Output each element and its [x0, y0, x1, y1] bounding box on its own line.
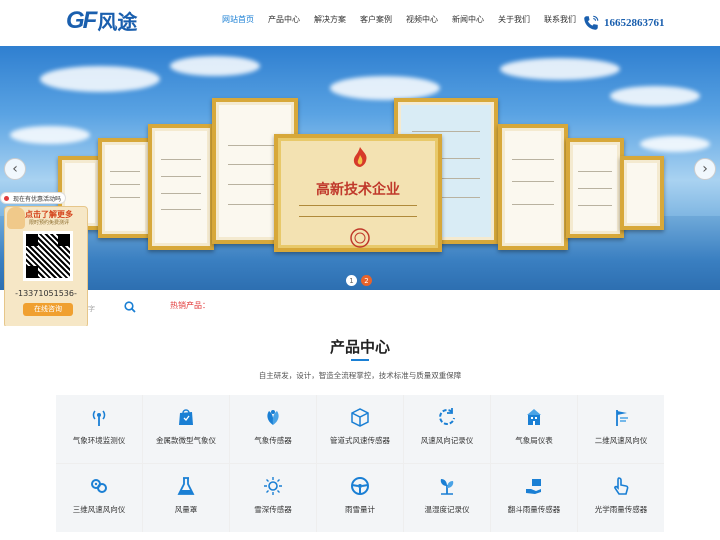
- product-item[interactable]: 雨雪量计: [317, 464, 403, 532]
- product-item[interactable]: 气象局仪表: [491, 395, 577, 463]
- logo-text: 风途: [97, 10, 138, 34]
- phone-icon: [584, 15, 599, 30]
- product-item[interactable]: 风速风向记录仪: [404, 395, 490, 463]
- search-input[interactable]: 字: [88, 304, 95, 314]
- sun-icon: [264, 477, 282, 495]
- cloud: [40, 66, 160, 92]
- nav-about[interactable]: 关于我们: [498, 14, 530, 25]
- promo-notice[interactable]: 现在有优惠活动吗: [0, 192, 66, 204]
- title-underline: [351, 359, 369, 361]
- product-item[interactable]: 风量罩: [143, 464, 229, 532]
- cloud: [610, 86, 700, 106]
- product-center-section: 产品中心 自主研发，设计，智造全流程掌控，技术标准与质量双重保障 气象环境监测仪…: [0, 326, 720, 540]
- contact-phone: -13371051536-: [15, 289, 77, 298]
- section-title: 产品中心: [329, 338, 390, 356]
- contact-card: 点击了解更多 限时预约免费测评 -13371051536- 在线咨询: [4, 206, 88, 328]
- product-label: 气象局仪表: [515, 436, 553, 445]
- product-item[interactable]: 气象环境监测仪: [56, 395, 142, 463]
- product-item[interactable]: 气象传感器: [230, 395, 316, 463]
- logo-mark: GF: [66, 6, 97, 34]
- nav-cases[interactable]: 客户案例: [360, 14, 392, 25]
- search-icon[interactable]: [124, 301, 136, 313]
- product-item[interactable]: 翻斗雨量传感器: [491, 464, 577, 532]
- cloud: [330, 76, 440, 100]
- product-label: 三维风速风向仪: [72, 505, 126, 514]
- product-item[interactable]: 三维风速风向仪: [56, 464, 142, 532]
- qr-code: [23, 231, 73, 281]
- pointer-hand-icon: [614, 477, 629, 495]
- product-item[interactable]: 温湿度记录仪: [404, 464, 490, 532]
- chain-icon: [91, 479, 107, 493]
- section-subtitle: 自主研发，设计，智造全流程掌控，技术标准与质量双重保障: [258, 371, 462, 380]
- nav-solutions[interactable]: 解决方案: [314, 14, 346, 25]
- leaf-icon: [267, 410, 279, 425]
- antenna-icon: [92, 410, 106, 426]
- learn-more-subheading: 限时预约免费测评: [29, 220, 70, 226]
- certificate-title: 高新技术企业: [316, 182, 400, 198]
- product-item[interactable]: 二维风速风向仪: [578, 395, 664, 463]
- logo[interactable]: GF 风途: [66, 6, 137, 35]
- shopping-bag-icon: [179, 409, 193, 425]
- banner-next-button[interactable]: ›: [694, 158, 716, 180]
- product-item[interactable]: 雪深传感器: [230, 464, 316, 532]
- site-header: GF 风途 网站首页 产品中心 解决方案 客户案例 视频中心 新闻中心 关于我们…: [0, 0, 720, 46]
- product-label: 光学雨量传感器: [594, 505, 648, 514]
- cloud: [640, 136, 710, 152]
- building-icon: [527, 409, 541, 425]
- slide-dot-1[interactable]: 1: [346, 275, 357, 286]
- product-item[interactable]: 金属款微型气象仪: [143, 395, 229, 463]
- cloud: [10, 126, 90, 144]
- product-label: 温湿度记录仪: [424, 505, 470, 514]
- online-consult-button[interactable]: 在线咨询: [23, 303, 73, 316]
- flame-emblem-icon: [353, 147, 367, 167]
- product-label: 气象环境监测仪: [72, 436, 126, 445]
- product-item[interactable]: 光学雨量传感器: [578, 464, 664, 532]
- slide-dot-2[interactable]: 2: [361, 275, 372, 286]
- banner-pagination: 1 2: [346, 275, 372, 286]
- steering-wheel-icon: [351, 477, 369, 495]
- nav-products[interactable]: 产品中心: [268, 14, 300, 25]
- floating-contact-panel: 现在有优惠活动吗 点击了解更多 限时预约免费测评 -13371051536- 在…: [0, 192, 88, 330]
- nav-home[interactable]: 网站首页: [222, 14, 254, 25]
- box-icon: [351, 408, 369, 427]
- wind-vane-icon: [616, 410, 628, 426]
- product-item[interactable]: 管道式风速传感器: [317, 395, 403, 463]
- certificate: [98, 138, 152, 238]
- certificate: [148, 124, 214, 250]
- refresh-icon: [439, 408, 455, 425]
- search-row: 字 热销产品：: [0, 290, 720, 326]
- mascot-avatar: [7, 207, 25, 229]
- hotline[interactable]: 16652863761: [582, 14, 665, 32]
- hand-box-icon: [526, 479, 541, 494]
- certificate: [498, 124, 568, 250]
- product-label: 气象传感器: [254, 436, 292, 445]
- cloud: [170, 56, 260, 76]
- cloud: [500, 58, 620, 80]
- banner-prev-button[interactable]: ‹: [4, 158, 26, 180]
- product-label: 翻斗雨量传感器: [507, 505, 561, 514]
- product-grid: 气象环境监测仪 金属款微型气象仪 气象传感器 管道式风速传感器 风速风向记录仪 …: [56, 395, 664, 532]
- product-label: 管道式风速传感器: [330, 436, 390, 445]
- plant-icon: [440, 479, 454, 495]
- nav-videos[interactable]: 视频中心: [406, 14, 438, 25]
- hot-products-label: 热销产品：: [170, 301, 210, 310]
- product-label: 金属款微型气象仪: [156, 436, 216, 445]
- product-label: 风速风向记录仪: [420, 436, 474, 445]
- certificate-main: 高新技术企业: [274, 134, 442, 252]
- seal-icon: [350, 228, 370, 248]
- flask-icon: [177, 477, 195, 495]
- phone-number: 16652863761: [604, 17, 665, 29]
- nav-contact[interactable]: 联系我们: [544, 14, 576, 25]
- product-label: 二维风速风向仪: [594, 436, 648, 445]
- product-label: 风量罩: [174, 505, 198, 514]
- certificate: [620, 156, 664, 230]
- main-nav: 网站首页 产品中心 解决方案 客户案例 视频中心 新闻中心 关于我们 联系我们: [222, 14, 590, 25]
- certificate: [566, 138, 624, 238]
- nav-news[interactable]: 新闻中心: [452, 14, 484, 25]
- hero-banner: 高新技术企业 ‹ › 1 2: [0, 46, 720, 290]
- product-label: 雪深传感器: [254, 505, 292, 514]
- product-label: 雨雪量计: [345, 505, 375, 514]
